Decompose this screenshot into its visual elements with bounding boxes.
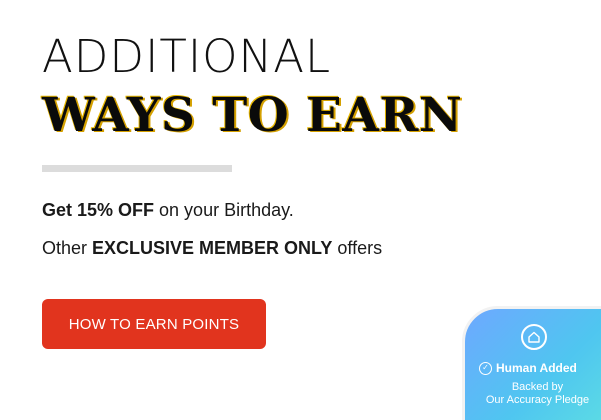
birthday-offer-text: Get 15% OFF on your Birthday. — [42, 200, 294, 221]
badge-subtitle-line-2: Our Accuracy Pledge — [485, 394, 590, 406]
heading-additional: ADDITIONAL — [42, 30, 332, 83]
page: ADDITIONAL WAYS TO EARN Get 15% OFF on y… — [0, 0, 601, 420]
member-offer-highlight: EXCLUSIVE MEMBER ONLY — [92, 238, 333, 258]
member-offer-rest: offers — [332, 238, 383, 258]
how-to-earn-points-button[interactable]: HOW TO EARN POINTS — [42, 299, 266, 349]
accuracy-pledge-badge[interactable]: ✓ Human Added Backed by Our Accuracy Ple… — [462, 306, 601, 420]
heading-ways-to-earn: WAYS TO EARN — [42, 88, 463, 143]
home-icon — [521, 324, 547, 350]
badge-title: ✓ Human Added — [479, 361, 577, 375]
birthday-offer-rest: on your Birthday. — [154, 200, 294, 220]
birthday-discount: Get 15% OFF — [42, 200, 155, 220]
member-offer-text: Other EXCLUSIVE MEMBER ONLY offers — [42, 238, 382, 259]
member-offer-start: Other — [42, 238, 93, 258]
divider — [42, 165, 232, 172]
badge-subtitle-line-1: Backed by — [511, 381, 564, 393]
check-circle-icon: ✓ — [479, 361, 492, 375]
badge-title-text: Human Added — [496, 361, 577, 375]
